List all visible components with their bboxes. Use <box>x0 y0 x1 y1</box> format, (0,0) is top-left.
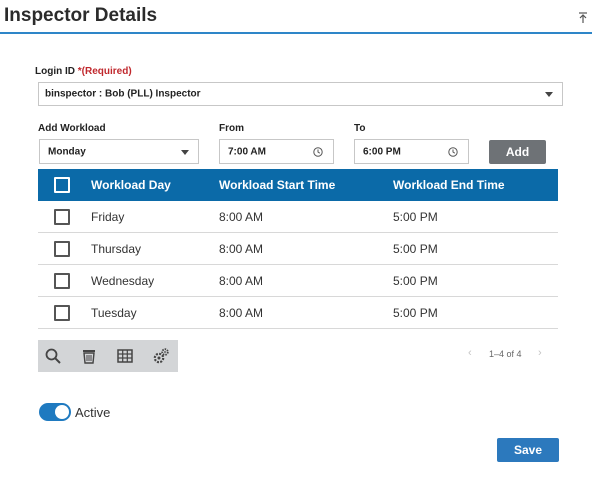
active-label: Active <box>75 405 111 420</box>
login-id-value: binspector : Bob (PLL) Inspector <box>45 88 201 100</box>
column-header-day[interactable]: Workload Day <box>91 178 171 192</box>
save-button[interactable]: Save <box>497 438 559 462</box>
row-checkbox[interactable] <box>54 304 70 321</box>
row-checkbox[interactable] <box>54 208 70 225</box>
page-range: 1–4 of 4 <box>489 349 522 359</box>
settings-icon[interactable] <box>152 347 170 365</box>
table-icon[interactable] <box>116 347 134 365</box>
trash-icon[interactable] <box>80 347 98 365</box>
next-page-icon[interactable]: › <box>538 347 542 359</box>
to-label: To <box>354 123 366 134</box>
login-id-select[interactable]: binspector : Bob (PLL) Inspector <box>38 82 563 106</box>
previous-page-icon[interactable]: ‹ <box>468 347 472 359</box>
row-checkbox[interactable] <box>54 272 70 289</box>
end-time-cell: 5:00 PM <box>393 209 438 224</box>
required-marker: *(Required) <box>77 66 132 77</box>
panel-header: Inspector Details <box>0 0 592 34</box>
workload-day-cell: Friday <box>91 209 125 224</box>
toggle-knob <box>55 405 69 419</box>
from-label: From <box>219 123 244 134</box>
search-icon[interactable] <box>44 347 62 365</box>
collapse-icon[interactable] <box>578 12 588 24</box>
end-time-cell: 5:00 PM <box>393 305 438 320</box>
chevron-down-icon <box>181 149 189 155</box>
grid-header-row: Workload Day Workload Start Time Workloa… <box>38 169 558 201</box>
login-id-label: Login ID *(Required) <box>35 66 132 77</box>
end-time-cell: 5:00 PM <box>393 273 438 288</box>
clock-icon[interactable] <box>313 146 323 157</box>
workload-grid: Workload Day Workload Start Time Workloa… <box>38 169 558 329</box>
workload-day-value: Monday <box>48 146 86 157</box>
to-time-input[interactable]: 6:00 PM <box>354 139 469 164</box>
chevron-down-icon <box>545 92 553 97</box>
table-row[interactable]: Wednesday 8:00 AM 5:00 PM <box>38 265 558 297</box>
workload-day-cell: Wednesday <box>91 273 155 288</box>
table-row[interactable]: Friday 8:00 AM 5:00 PM <box>38 201 558 233</box>
add-workload-label: Add Workload <box>38 123 106 134</box>
row-checkbox[interactable] <box>54 240 70 257</box>
select-all-checkbox[interactable] <box>54 177 70 193</box>
active-toggle[interactable] <box>39 403 71 421</box>
start-time-cell: 8:00 AM <box>219 305 264 320</box>
table-row[interactable]: Thursday 8:00 AM 5:00 PM <box>38 233 558 265</box>
column-header-end[interactable]: Workload End Time <box>393 178 505 192</box>
workload-day-select[interactable]: Monday <box>39 139 199 164</box>
add-workload-button[interactable]: Add <box>489 140 546 164</box>
grid-toolbar <box>38 340 178 372</box>
table-row[interactable]: Tuesday 8:00 AM 5:00 PM <box>38 297 558 329</box>
workload-day-cell: Tuesday <box>91 305 137 320</box>
start-time-cell: 8:00 AM <box>219 273 264 288</box>
from-time-value: 7:00 AM <box>228 146 266 157</box>
from-time-input[interactable]: 7:00 AM <box>219 139 334 164</box>
start-time-cell: 8:00 AM <box>219 241 264 256</box>
end-time-cell: 5:00 PM <box>393 241 438 256</box>
column-header-start[interactable]: Workload Start Time <box>219 178 335 192</box>
workload-day-cell: Thursday <box>91 241 142 256</box>
login-id-label-text: Login ID <box>35 66 75 77</box>
inspector-details-panel: Inspector Details Login ID *(Required) b… <box>0 0 592 491</box>
page-title: Inspector Details <box>4 5 158 26</box>
clock-icon[interactable] <box>448 146 458 157</box>
start-time-cell: 8:00 AM <box>219 209 264 224</box>
to-time-value: 6:00 PM <box>363 146 401 157</box>
